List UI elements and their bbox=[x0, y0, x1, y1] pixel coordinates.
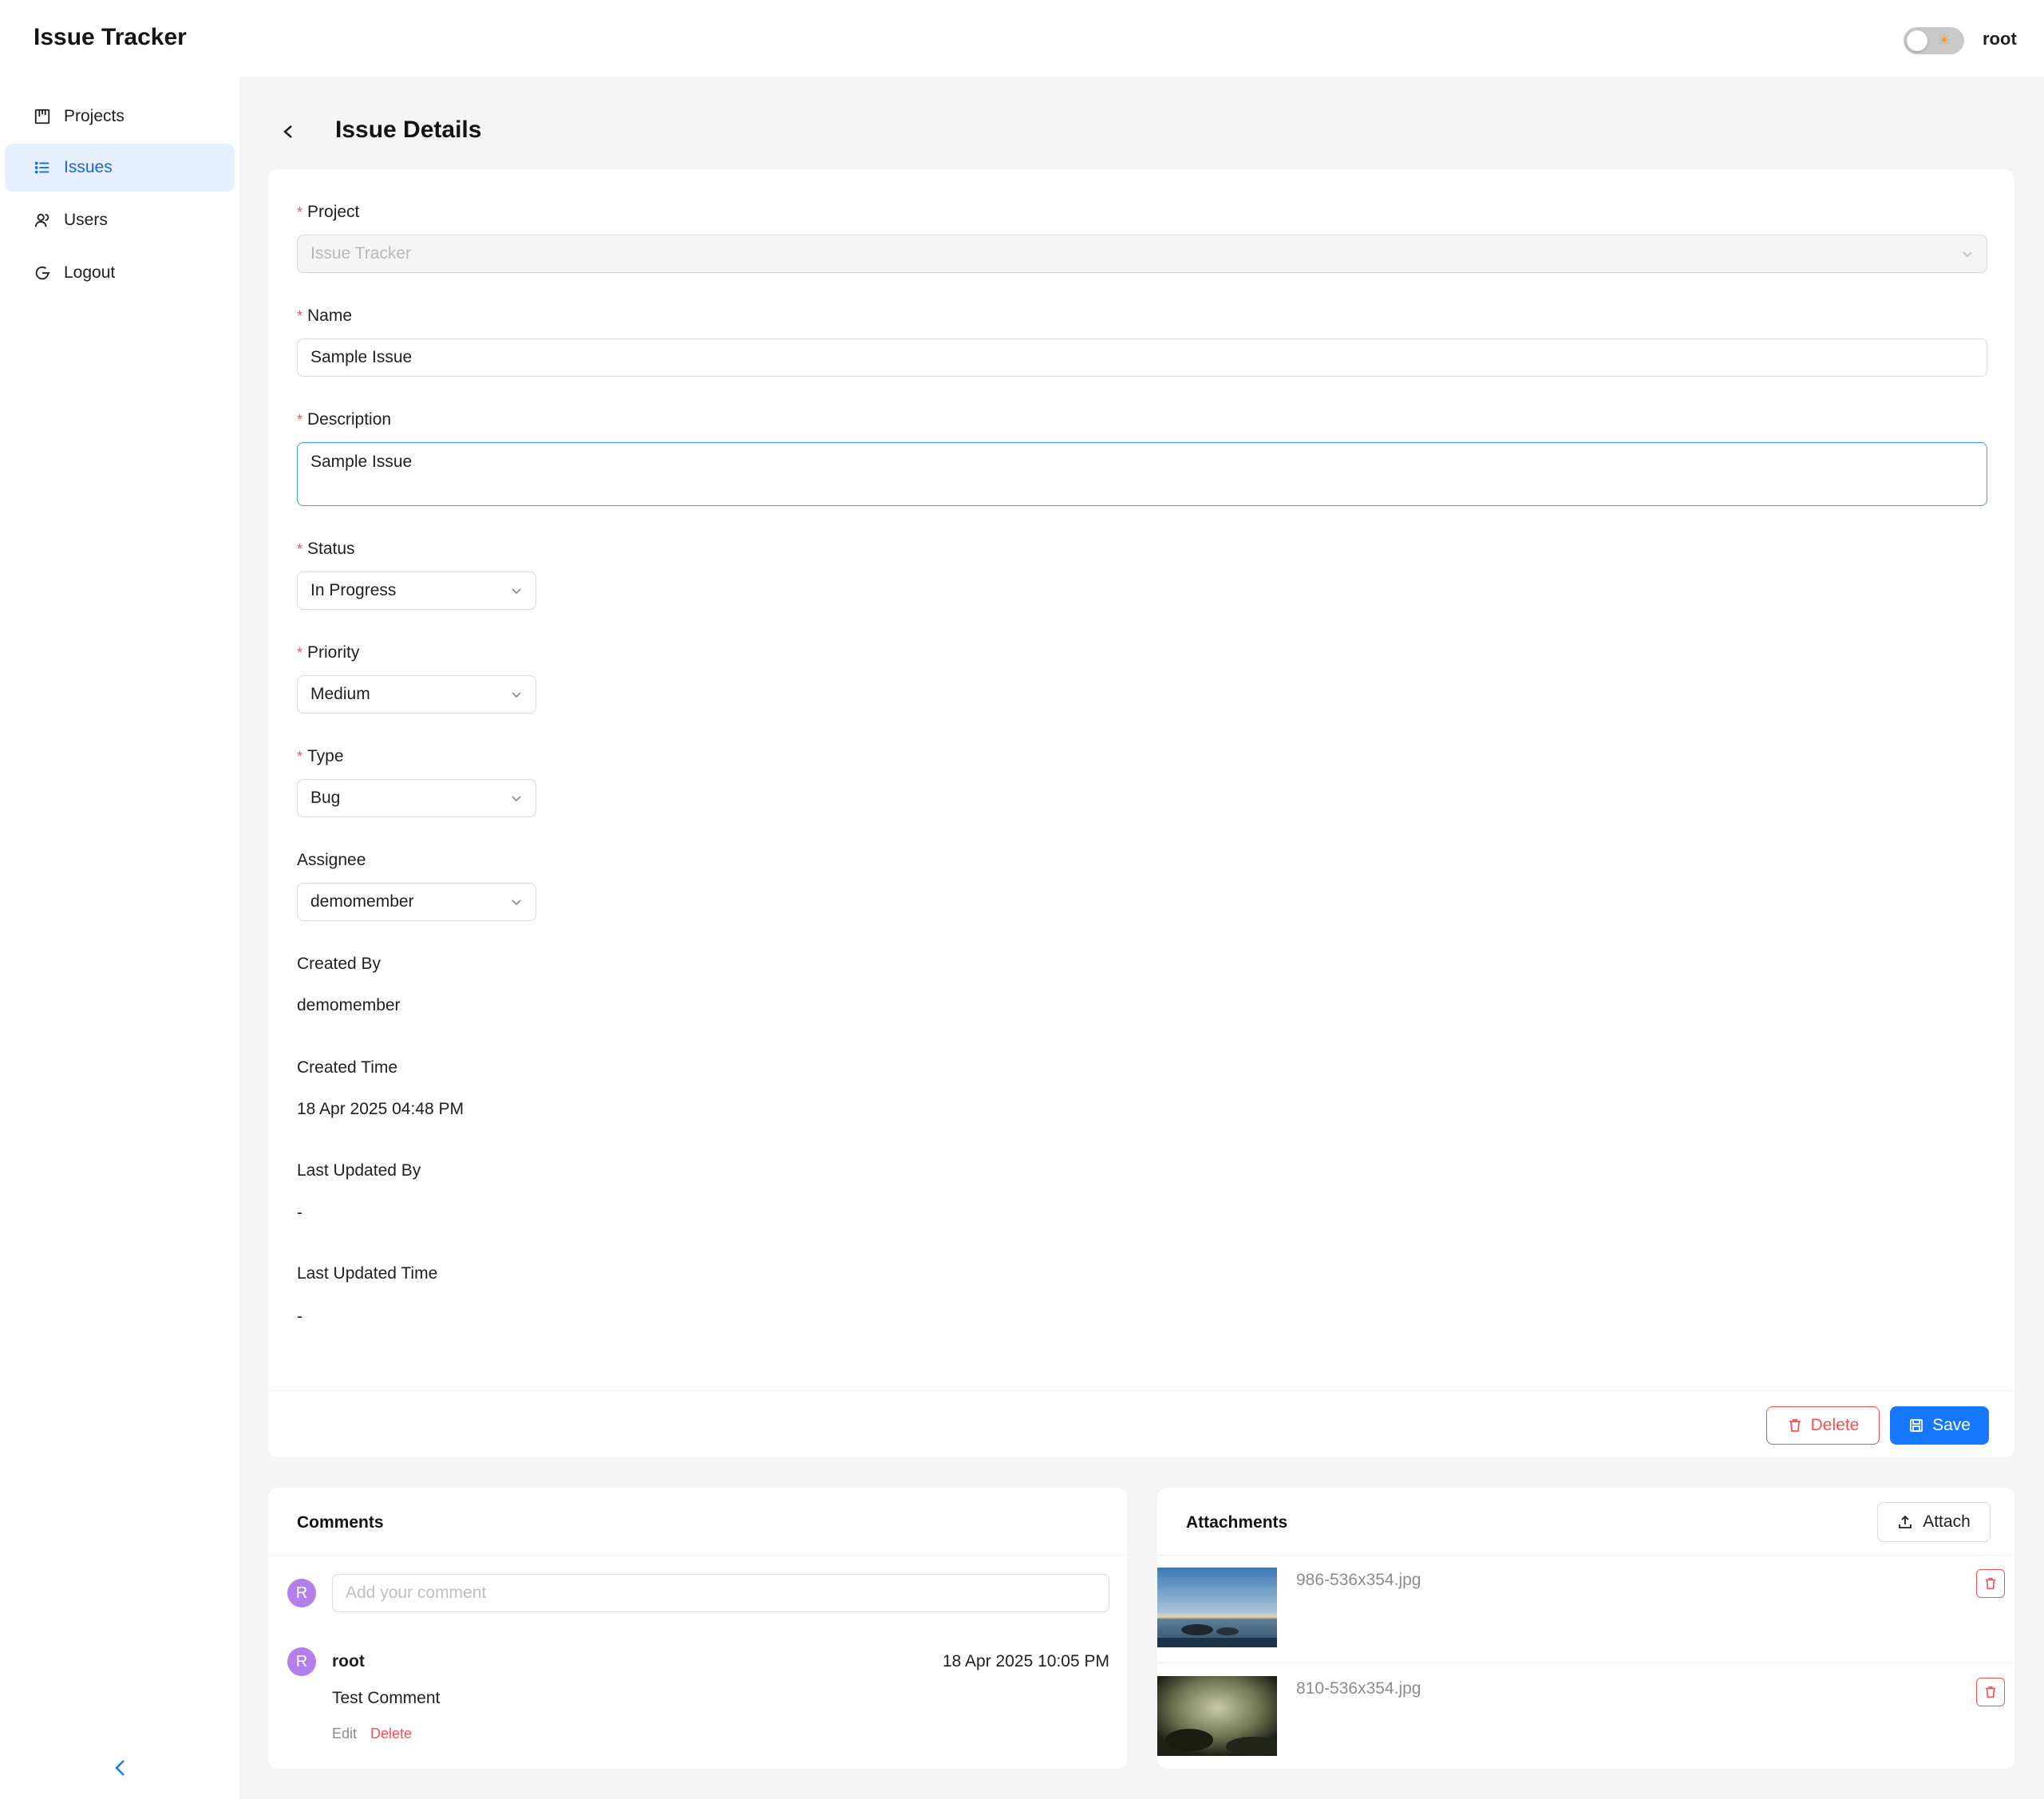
chevron-down-icon bbox=[512, 692, 521, 698]
attachment-name[interactable]: 986-536x354.jpg bbox=[1296, 1571, 1421, 1590]
trash-icon bbox=[1789, 1419, 1801, 1432]
delete-button[interactable]: Delete bbox=[1766, 1406, 1880, 1445]
app-title: Issue Tracker bbox=[34, 24, 187, 50]
type-select[interactable]: Bug bbox=[297, 779, 536, 817]
sidebar-item-users[interactable]: Users bbox=[5, 196, 235, 244]
page-title: Issue Details bbox=[335, 117, 482, 143]
chevron-down-icon bbox=[512, 588, 521, 595]
comment-input[interactable] bbox=[332, 1574, 1109, 1612]
collapse-sidebar-icon[interactable] bbox=[110, 1756, 129, 1780]
trash-icon bbox=[1985, 1577, 1996, 1590]
chevron-down-icon bbox=[1963, 251, 1972, 258]
description-textarea[interactable]: Sample Issue bbox=[297, 442, 1987, 506]
priority-label: * Priority bbox=[297, 643, 360, 662]
save-label: Save bbox=[1932, 1416, 1971, 1434]
last-updated-time-label: Last Updated Time bbox=[297, 1264, 438, 1283]
attachments-card: Attachments Attach 986-536x354.jpg 810-5… bbox=[1157, 1488, 2014, 1769]
list-icon bbox=[34, 161, 49, 174]
trash-icon bbox=[1985, 1686, 1996, 1698]
comment-edit-link[interactable]: Edit bbox=[332, 1726, 357, 1742]
project-label: * Project bbox=[297, 203, 360, 221]
sun-icon: ☀ bbox=[1937, 32, 1951, 49]
sidebar-item-label: Issues bbox=[64, 158, 113, 176]
project-value: Issue Tracker bbox=[310, 244, 412, 263]
issue-form-card: * Project Issue Tracker * Name Sample Issu… bbox=[268, 169, 2014, 1457]
attachment-delete-button[interactable] bbox=[1976, 1569, 2005, 1598]
comments-divider bbox=[268, 1555, 1127, 1556]
comments-title: Comments bbox=[297, 1513, 384, 1532]
comments-card: Comments R R root 18 Apr 2025 10:05 PM T… bbox=[268, 1488, 1127, 1769]
chevron-down-icon bbox=[512, 900, 521, 906]
back-arrow-icon[interactable] bbox=[276, 120, 300, 144]
app-header: Issue Tracker ☀ root bbox=[0, 0, 2044, 77]
logout-icon bbox=[35, 266, 50, 280]
priority-value: Medium bbox=[310, 685, 370, 703]
upload-icon bbox=[1899, 1515, 1912, 1528]
type-label: * Type bbox=[297, 747, 344, 765]
footer-divider bbox=[268, 1390, 2014, 1391]
created-by-label: Created By bbox=[297, 955, 382, 973]
sidebar-nav: Projects Issues Users Logout bbox=[0, 77, 239, 1799]
status-select[interactable]: In Progress bbox=[297, 571, 536, 610]
comment-author: root bbox=[332, 1652, 365, 1670]
last-updated-by-label: Last Updated By bbox=[297, 1161, 421, 1180]
assignee-label: Assignee bbox=[297, 851, 366, 869]
comment-author-avatar: R bbox=[287, 1647, 316, 1676]
attach-button[interactable]: Attach bbox=[1877, 1502, 1991, 1542]
comment-text: Test Comment bbox=[332, 1689, 441, 1707]
comment-delete-link[interactable]: Delete bbox=[370, 1726, 412, 1742]
priority-select[interactable]: Medium bbox=[297, 675, 536, 714]
name-value: Sample Issue bbox=[310, 348, 413, 366]
save-icon bbox=[1910, 1419, 1923, 1432]
status-label: * Status bbox=[297, 540, 355, 558]
created-time-value: 18 Apr 2025 04:48 PM bbox=[297, 1100, 464, 1118]
theme-toggle[interactable]: ☀ bbox=[1904, 27, 1964, 54]
sidebar-item-label: Users bbox=[64, 211, 108, 229]
attachment-thumbnail[interactable] bbox=[1157, 1568, 1277, 1647]
delete-label: Delete bbox=[1810, 1416, 1860, 1434]
status-value: In Progress bbox=[310, 581, 397, 599]
attachments-title: Attachments bbox=[1186, 1513, 1288, 1532]
sidebar-item-issues[interactable]: Issues bbox=[5, 144, 235, 192]
attachment-thumbnail[interactable] bbox=[1157, 1676, 1277, 1756]
attach-label: Attach bbox=[1923, 1512, 1971, 1531]
last-updated-by-value: - bbox=[297, 1204, 302, 1222]
description-value: Sample Issue bbox=[310, 453, 413, 471]
name-input[interactable]: Sample Issue bbox=[297, 338, 1987, 377]
assignee-value: demomember bbox=[310, 892, 414, 911]
last-updated-time-value: - bbox=[297, 1307, 302, 1326]
save-button[interactable]: Save bbox=[1890, 1406, 1989, 1445]
sidebar-item-logout[interactable]: Logout bbox=[5, 249, 235, 297]
attachment-delete-button[interactable] bbox=[1976, 1678, 2005, 1706]
type-value: Bug bbox=[310, 789, 341, 807]
description-label: * Description bbox=[297, 410, 392, 429]
avatar: R bbox=[287, 1579, 316, 1607]
attachments-divider bbox=[1157, 1555, 2014, 1556]
chevron-down-icon bbox=[512, 796, 521, 802]
project-select[interactable]: Issue Tracker bbox=[297, 235, 1987, 273]
user-name[interactable]: root bbox=[1983, 29, 2017, 49]
attachment-name[interactable]: 810-536x354.jpg bbox=[1296, 1679, 1421, 1698]
toggle-knob bbox=[1907, 30, 1927, 51]
sidebar-item-projects[interactable]: Projects bbox=[5, 93, 235, 140]
name-label: * Name bbox=[297, 306, 353, 325]
project-board-icon bbox=[34, 109, 50, 125]
created-by-value: demomember bbox=[297, 996, 401, 1014]
sidebar-item-label: Projects bbox=[64, 107, 125, 125]
comment-time: 18 Apr 2025 10:05 PM bbox=[943, 1652, 1109, 1670]
created-time-label: Created Time bbox=[297, 1058, 398, 1077]
users-icon bbox=[34, 213, 49, 227]
assignee-select[interactable]: demomember bbox=[297, 883, 536, 921]
sidebar-item-label: Logout bbox=[64, 263, 116, 282]
